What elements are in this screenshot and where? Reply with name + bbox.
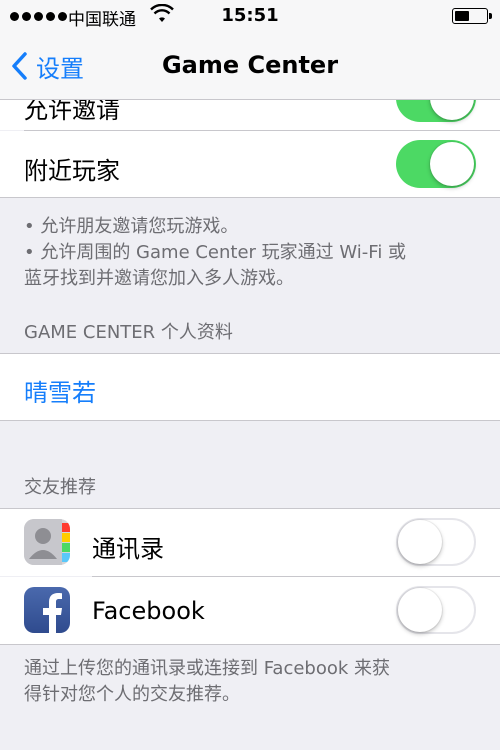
contacts-icon	[24, 519, 70, 565]
footer-line: 得针对您个人的交友推荐。	[24, 684, 240, 705]
nearby-players-label: 附近玩家	[24, 157, 120, 185]
nearby-players-row: 附近玩家	[0, 131, 500, 197]
contacts-label: 通讯录	[92, 535, 164, 563]
nav-bar: 设置 Game Center	[0, 34, 500, 100]
status-bar: 中国联通 15:51	[0, 0, 500, 34]
profile-section-header: GAME CENTER 个人资料	[24, 322, 233, 343]
friend-recommendations-header: 交友推荐	[24, 477, 96, 498]
section-divider	[0, 644, 500, 645]
profile-name[interactable]: 晴雪若	[24, 373, 96, 408]
facebook-switch[interactable]	[396, 586, 476, 634]
footer-line: 蓝牙找到并邀请您加入多人游戏。	[24, 268, 294, 289]
battery-icon	[452, 8, 492, 24]
recommendations-footer: 通过上传您的通讯录或连接到 Facebook 来获 得针对您个人的交友推荐。	[24, 656, 484, 708]
section-divider	[0, 420, 500, 421]
profile-name-row[interactable]: 晴雪若	[0, 354, 500, 420]
facebook-row: Facebook	[0, 577, 500, 644]
status-time: 15:51	[221, 5, 279, 26]
contacts-row: 通讯录	[0, 509, 500, 576]
invites-footer: • 允许朋友邀请您玩游戏。 • 允许周围的 Game Center 玩家通过 W…	[24, 214, 484, 292]
footer-line: 通过上传您的通讯录或连接到 Facebook 来获	[24, 658, 391, 679]
page-title: Game Center	[161, 51, 339, 79]
navigation-header: 中国联通 15:51 设置 Game Center	[0, 0, 500, 100]
facebook-icon	[24, 587, 70, 633]
switch-knob	[398, 520, 442, 564]
switch-knob	[430, 142, 474, 186]
footer-line: • 允许朋友邀请您玩游戏。	[24, 216, 239, 237]
footer-line: • 允许周围的 Game Center 玩家通过 Wi-Fi 或	[24, 242, 407, 263]
facebook-label: Facebook	[92, 597, 205, 625]
switch-knob	[398, 588, 442, 632]
nearby-players-switch[interactable]	[396, 140, 476, 188]
section-divider	[0, 197, 500, 198]
contacts-switch[interactable]	[396, 518, 476, 566]
